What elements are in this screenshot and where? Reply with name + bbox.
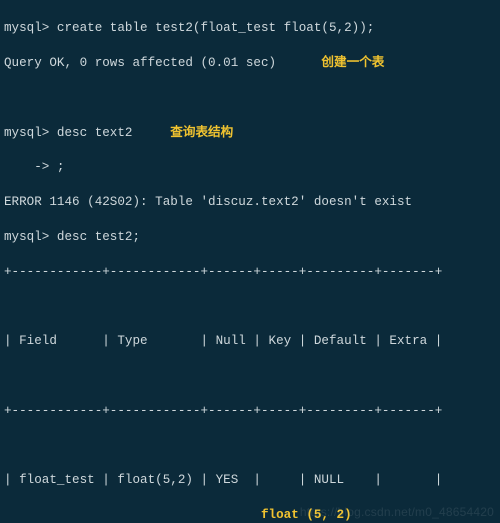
- term-line: -> ;: [4, 159, 496, 176]
- terminal[interactable]: mysql> create table test2(float_test flo…: [0, 0, 500, 523]
- term-line: [4, 90, 496, 107]
- term-line: [4, 368, 496, 385]
- anno-create-table: 创建一个表: [321, 56, 384, 70]
- term-line: [4, 437, 496, 454]
- watermark: https://blog.csdn.net/m0_48654420: [300, 504, 494, 521]
- term-line: [4, 298, 496, 315]
- term-line: Query OK, 0 rows affected (0.01 sec) 创建一…: [4, 55, 496, 72]
- term-line: +------------+------------+------+-----+…: [4, 403, 496, 420]
- term-line: | Field | Type | Null | Key | Default | …: [4, 333, 496, 350]
- term-line: ERROR 1146 (42S02): Table 'discuz.text2'…: [4, 194, 496, 211]
- term-line: mysql> create table test2(float_test flo…: [4, 20, 496, 37]
- anno-desc-struct: 查询表结构: [170, 126, 233, 140]
- term-line: +------------+------------+------+-----+…: [4, 264, 496, 281]
- term-line: | float_test | float(5,2) | YES | | NULL…: [4, 472, 496, 489]
- term-line: mysql> desc test2;: [4, 229, 496, 246]
- term-line: mysql> desc text2 查询表结构: [4, 125, 496, 142]
